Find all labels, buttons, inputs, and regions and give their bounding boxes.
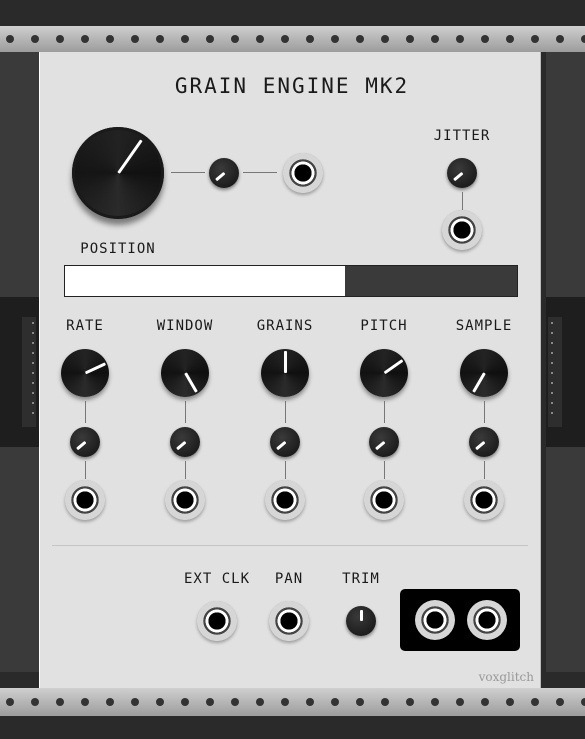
right-output-jack[interactable] — [467, 600, 507, 640]
sample-knob[interactable] — [460, 349, 508, 397]
connector-line — [384, 461, 385, 479]
rate-attenuator-knob[interactable] — [70, 427, 100, 457]
sample-cv-input-jack[interactable] — [464, 480, 504, 520]
pan-cv-input-jack[interactable] — [269, 601, 309, 641]
window-cv-input-jack[interactable] — [165, 480, 205, 520]
jitter-knob[interactable] — [447, 158, 477, 188]
ext-clk-label: EXT CLK — [183, 571, 251, 587]
pitch-cv-input-jack[interactable] — [364, 480, 404, 520]
window-label: WINDOW — [156, 318, 214, 334]
connector-line — [85, 401, 86, 423]
rate-cv-input-jack[interactable] — [65, 480, 105, 520]
connector-line — [185, 461, 186, 479]
trim-label: TRIM — [342, 571, 380, 587]
window-knob[interactable] — [161, 349, 209, 397]
connector-line — [484, 401, 485, 423]
connector-line — [185, 401, 186, 423]
module-panel: GRAIN ENGINE MK2 JITTER POSITION RATE WI… — [39, 52, 541, 688]
left-neighbor-module — [0, 52, 39, 672]
rate-label: RATE — [66, 318, 104, 334]
pan-label: PAN — [274, 571, 304, 587]
pitch-attenuator-knob[interactable] — [369, 427, 399, 457]
position-progress-bar[interactable] — [64, 265, 518, 297]
window-attenuator-knob[interactable] — [170, 427, 200, 457]
trim-knob[interactable] — [346, 606, 376, 636]
position-knob[interactable] — [72, 127, 164, 219]
connector-line — [171, 172, 205, 173]
pitch-label: PITCH — [360, 318, 408, 334]
bottom-rail — [0, 688, 585, 716]
grains-attenuator-knob[interactable] — [270, 427, 300, 457]
jitter-cv-input-jack[interactable] — [442, 210, 482, 250]
jitter-label: JITTER — [433, 128, 491, 144]
position-cv-input-jack[interactable] — [283, 153, 323, 193]
brand-logo: voxglitch — [478, 670, 534, 684]
grains-cv-input-jack[interactable] — [265, 480, 305, 520]
right-neighbor-module — [546, 52, 585, 672]
grains-label: GRAINS — [256, 318, 314, 334]
connector-line — [462, 192, 463, 210]
connector-line — [85, 461, 86, 479]
connector-line — [285, 461, 286, 479]
connector-line — [285, 401, 286, 423]
position-label: POSITION — [80, 241, 156, 257]
sample-attenuator-knob[interactable] — [469, 427, 499, 457]
left-output-jack[interactable] — [415, 600, 455, 640]
position-progress-fill — [65, 266, 346, 296]
grains-knob[interactable] — [261, 349, 309, 397]
section-divider — [52, 545, 528, 546]
connector-line — [384, 401, 385, 423]
connector-line — [484, 461, 485, 479]
pitch-knob[interactable] — [360, 349, 408, 397]
sample-label: SAMPLE — [455, 318, 513, 334]
ext-clk-input-jack[interactable] — [197, 601, 237, 641]
top-rail — [0, 26, 585, 52]
position-attenuator-knob[interactable] — [209, 158, 239, 188]
rate-knob[interactable] — [61, 349, 109, 397]
output-section — [400, 589, 520, 651]
module-title: GRAIN ENGINE MK2 — [174, 74, 410, 98]
connector-line — [243, 172, 277, 173]
